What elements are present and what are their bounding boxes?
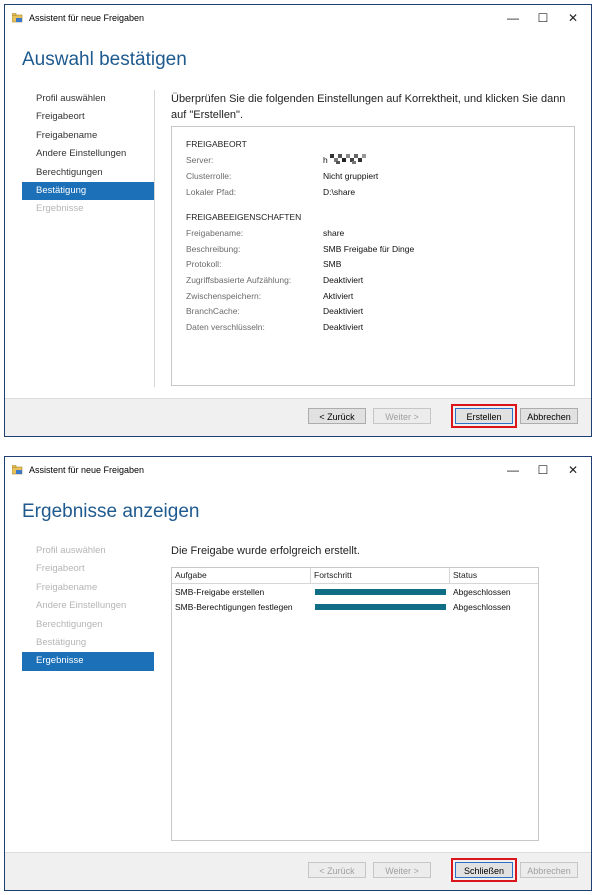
- task-status: Abgeschlossen: [453, 587, 511, 597]
- wizard-nav: Profil auswählen Freigabeort Freigabenam…: [22, 542, 154, 671]
- nav-item-ergebnisse: Ergebnisse: [36, 203, 84, 215]
- table-header: Aufgabe Fortschritt Status: [172, 568, 538, 584]
- task-name: SMB-Freigabe erstellen: [175, 587, 265, 597]
- column-header-fortschritt[interactable]: Fortschritt: [311, 568, 450, 583]
- task-status: Abgeschlossen: [453, 602, 511, 612]
- row-value-daten-verschluesseln: Deaktiviert: [323, 322, 364, 332]
- task-name: SMB-Berechtigungen festlegen: [175, 602, 293, 612]
- folder-share-icon: [12, 13, 23, 23]
- minimize-icon[interactable]: —: [499, 8, 527, 28]
- window-title: Assistent für neue Freigaben: [29, 465, 145, 475]
- row-label-server: Server:: [186, 155, 214, 165]
- row-label-clusterrolle: Clusterrolle:: [186, 171, 232, 181]
- results-table: Aufgabe Fortschritt Status SMB-Freigabe …: [171, 567, 539, 841]
- back-button: < Zurück: [308, 862, 366, 878]
- row-value-branchcache: Deaktiviert: [323, 306, 364, 316]
- nav-item-bestaetigung: Bestätigung: [36, 636, 87, 648]
- nav-item-andere-einstellungen: Andere Einstellungen: [36, 600, 127, 612]
- wizard-dialog-confirm: Assistent für neue Freigaben — ☐ ✕ Auswa…: [4, 4, 592, 437]
- section-title-freigabeeigenschaften: FREIGABEEIGENSCHAFTEN: [186, 212, 302, 222]
- nav-item-freigabeort: Freigabeort: [36, 563, 85, 575]
- result-message: Die Freigabe wurde erfolgreich erstellt.: [171, 545, 360, 557]
- next-button: Weiter >: [373, 862, 431, 878]
- instruction-text: Überprüfen Sie die folgenden Einstellung…: [171, 93, 566, 121]
- nav-item-freigabename: Freigabename: [36, 581, 98, 593]
- row-label-daten-verschluesseln: Daten verschlüsseln:: [186, 322, 265, 332]
- back-button[interactable]: < Zurück: [308, 408, 366, 424]
- page-title: Ergebnisse anzeigen: [22, 501, 200, 522]
- progress-bar: [315, 589, 446, 595]
- window-title: Assistent für neue Freigaben: [29, 13, 145, 23]
- row-value-clusterrolle: Nicht gruppiert: [323, 171, 379, 181]
- button-bar: < Zurück Weiter > Schließen Abbrechen: [5, 852, 591, 890]
- button-bar: < Zurück Weiter > Erstellen Abbrechen: [5, 398, 591, 436]
- table-row[interactable]: SMB-Freigabe erstellen Abgeschlossen: [172, 585, 538, 600]
- row-label-lokaler-pfad: Lokaler Pfad:: [186, 187, 237, 197]
- row-label-protokoll: Protokoll:: [186, 259, 222, 269]
- row-value-zwischenspeichern: Aktiviert: [323, 291, 354, 301]
- row-label-zwischenspeichern: Zwischenspeichern:: [186, 291, 262, 301]
- section-title-freigabeort: FREIGABEORT: [186, 139, 247, 149]
- row-value-protokoll: SMB: [323, 259, 342, 269]
- nav-item-freigabename[interactable]: Freigabename: [22, 127, 154, 145]
- page-title: Auswahl bestätigen: [22, 49, 187, 70]
- row-value-freigabename: share: [323, 228, 345, 238]
- nav-item-andere-einstellungen[interactable]: Andere Einstellungen: [22, 145, 154, 163]
- cancel-button[interactable]: Abbrechen: [520, 408, 578, 424]
- row-label-beschreibung: Beschreibung:: [186, 244, 241, 254]
- wizard-nav: Profil auswählen Freigabeort Freigabenam…: [22, 90, 154, 219]
- column-header-aufgabe[interactable]: Aufgabe: [172, 568, 311, 583]
- nav-item-berechtigungen[interactable]: Berechtigungen: [22, 164, 154, 182]
- nav-item-bestaetigung[interactable]: Bestätigung: [22, 181, 154, 201]
- nav-item-ergebnisse[interactable]: Ergebnisse: [22, 652, 154, 671]
- row-value-zugriffsbasierte-aufzaehlung: Deaktiviert: [323, 275, 364, 285]
- nav-item-profil[interactable]: Profil auswählen: [22, 90, 154, 108]
- wizard-dialog-results: Assistent für neue Freigaben — ☐ ✕ Ergeb…: [4, 456, 592, 891]
- next-button: Weiter >: [373, 408, 431, 424]
- maximize-icon[interactable]: ☐: [529, 460, 557, 480]
- row-value-lokaler-pfad: D:\share: [323, 187, 356, 197]
- nav-item-freigabeort[interactable]: Freigabeort: [22, 108, 154, 126]
- close-button[interactable]: Schließen: [455, 862, 513, 878]
- table-row[interactable]: SMB-Berechtigungen festlegen Abgeschloss…: [172, 600, 538, 615]
- redacted-server-name: [328, 153, 370, 165]
- nav-divider: [154, 90, 155, 387]
- nav-item-berechtigungen: Berechtigungen: [36, 618, 103, 630]
- progress-bar: [315, 604, 446, 610]
- row-label-zugriffsbasierte-aufzaehlung: Zugriffsbasierte Aufzählung:: [186, 275, 292, 285]
- row-label-freigabename: Freigabename:: [186, 228, 244, 238]
- column-header-status[interactable]: Status: [450, 568, 538, 583]
- title-bar: Assistent für neue Freigaben — ☐ ✕: [5, 5, 591, 31]
- row-value-beschreibung: SMB Freigabe für Dinge: [323, 244, 415, 254]
- cancel-button: Abbrechen: [520, 862, 578, 878]
- nav-item-profil: Profil auswählen: [36, 545, 106, 556]
- create-button[interactable]: Erstellen: [455, 408, 513, 424]
- title-bar: Assistent für neue Freigaben — ☐ ✕: [5, 457, 591, 483]
- close-icon[interactable]: ✕: [559, 460, 587, 480]
- maximize-icon[interactable]: ☐: [529, 8, 557, 28]
- minimize-icon[interactable]: —: [499, 460, 527, 480]
- summary-box: FREIGABEORT Server: h Clusterrolle: Nich…: [171, 126, 575, 386]
- row-label-branchcache: BranchCache:: [186, 306, 240, 316]
- close-icon[interactable]: ✕: [559, 8, 587, 28]
- folder-share-icon: [12, 465, 23, 475]
